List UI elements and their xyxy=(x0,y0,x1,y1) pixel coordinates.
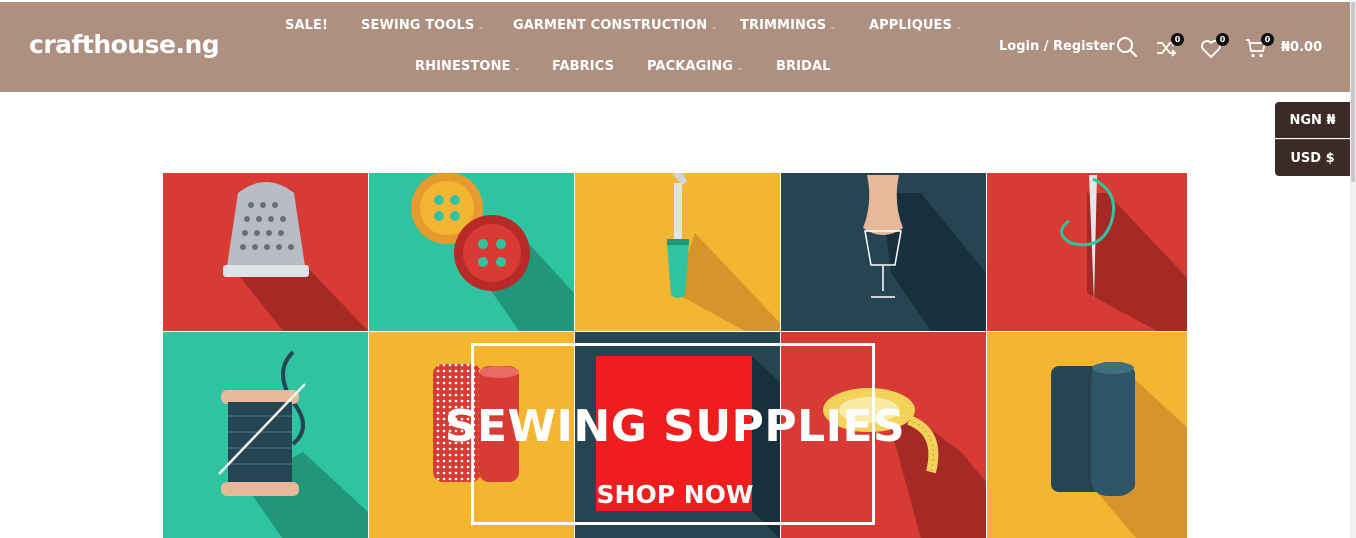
nav-item-sale[interactable]: SALE! xyxy=(285,18,328,33)
chevron-down-icon: ⌄ xyxy=(513,63,522,73)
nav-item-trimmings[interactable]: TRIMMINGS ⌄ xyxy=(740,18,837,33)
nav-label: PACKAGING xyxy=(647,59,734,74)
nav-label: FABRICS xyxy=(552,59,615,74)
nav-label: SEWING TOOLS xyxy=(361,18,475,33)
currency-option-ngn[interactable]: NGN ₦ xyxy=(1275,102,1350,138)
nav-label: BRIDAL xyxy=(776,59,831,74)
nav-label: TRIMMINGS xyxy=(740,18,827,33)
nav-item-bridal[interactable]: BRIDAL xyxy=(776,59,831,74)
nav-item-garment-construction[interactable]: GARMENT CONSTRUCTION ⌄ xyxy=(513,18,718,33)
compare-count-badge: 0 xyxy=(1171,33,1184,46)
hero-banner[interactable]: SEWING SUPPLIES SHOP NOW xyxy=(163,173,1187,538)
nav-label: APPLIQUES xyxy=(869,18,952,33)
nav-item-sewing-tools[interactable]: SEWING TOOLS ⌄ xyxy=(361,18,485,33)
currency-label: NGN ₦ xyxy=(1289,112,1336,128)
page-scrollbar[interactable] xyxy=(1350,0,1356,538)
cart-count-badge: 0 xyxy=(1261,33,1274,46)
banner-title: SEWING SUPPLIES xyxy=(444,401,906,452)
chevron-down-icon: ⌄ xyxy=(710,22,718,32)
nav-item-rhinestone[interactable]: RHINESTONE ⌄ xyxy=(415,59,521,74)
scrollbar-thumb[interactable] xyxy=(1351,2,1355,182)
nav-label: SALE! xyxy=(285,18,329,33)
chevron-down-icon: ⌄ xyxy=(955,22,963,32)
login-register-link[interactable]: Login / Register xyxy=(999,39,1115,54)
cart-total[interactable]: ₦0.00 xyxy=(1281,40,1322,55)
banner-tile xyxy=(987,173,1187,331)
buttons-icon xyxy=(411,173,574,331)
site-header: crafthouse.ng SALE! SEWING TOOLS ⌄ GARMEN… xyxy=(0,2,1350,92)
search-icon[interactable] xyxy=(1116,36,1138,58)
site-logo[interactable]: crafthouse.ng xyxy=(29,30,220,59)
chevron-down-icon: ⌄ xyxy=(829,22,837,32)
needle-thread-icon xyxy=(1060,175,1187,331)
currency-option-usd[interactable]: USD $ xyxy=(1275,139,1350,176)
chevron-down-icon: ⌄ xyxy=(736,63,744,73)
nav-item-appliques[interactable]: APPLIQUES ⌄ xyxy=(869,18,963,33)
banner-tile xyxy=(163,173,368,331)
nav-item-fabrics[interactable]: FABRICS xyxy=(552,59,614,74)
shop-now-button[interactable]: SHOP NOW xyxy=(163,480,1187,509)
thimble-icon xyxy=(223,182,368,331)
banner-tile xyxy=(575,173,780,331)
banner-tile xyxy=(369,173,574,331)
nav-item-packaging[interactable]: PACKAGING ⌄ xyxy=(647,59,744,74)
seam-ripper-icon xyxy=(667,173,780,331)
banner-tile xyxy=(781,173,986,331)
wishlist-count-badge: 0 xyxy=(1216,33,1229,46)
currency-label: USD $ xyxy=(1290,150,1335,166)
nav-label: RHINESTONE xyxy=(415,59,511,74)
chevron-down-icon: ⌄ xyxy=(477,22,485,32)
dress-form-icon xyxy=(863,175,986,331)
nav-label: GARMENT CONSTRUCTION xyxy=(513,18,708,33)
